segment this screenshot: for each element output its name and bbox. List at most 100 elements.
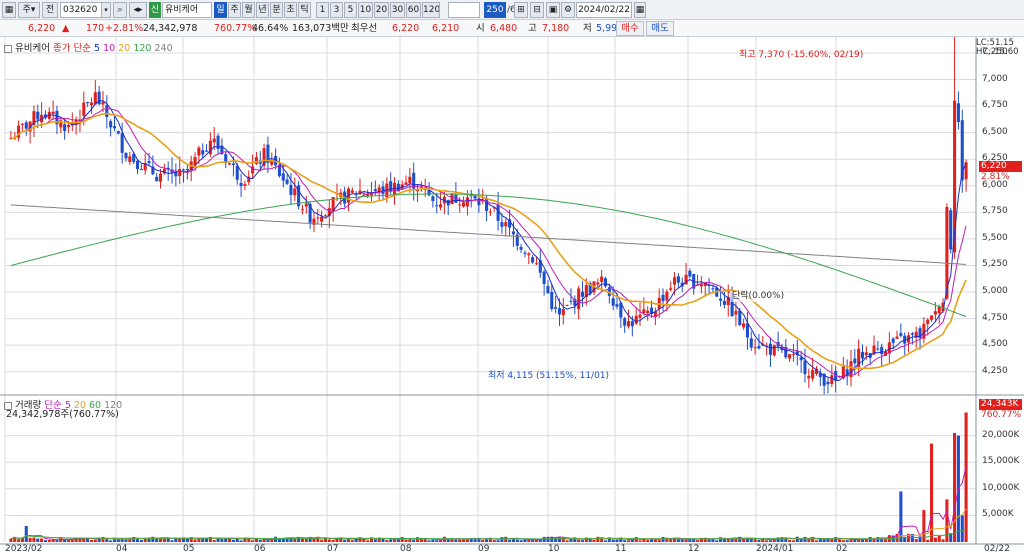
minute-button-60[interactable]: 60	[406, 2, 421, 18]
volume-bar	[481, 539, 485, 542]
volume-bar	[788, 540, 792, 542]
code-dropdown-icon[interactable]: ▾	[101, 2, 111, 18]
volume-bar	[914, 539, 918, 542]
volume-bar	[124, 539, 128, 542]
volume-bar	[28, 537, 32, 542]
candle-body	[603, 278, 608, 287]
minute-button-30[interactable]: 30	[390, 2, 405, 18]
candle-body	[864, 352, 868, 356]
candle-body	[722, 300, 726, 305]
chart-canvas[interactable]	[0, 37, 1024, 558]
candle-body	[147, 161, 151, 164]
legend-box-icon[interactable]	[4, 44, 12, 53]
volume-ratio: 760.77%	[214, 23, 257, 34]
candle-body	[82, 102, 86, 116]
candle-body	[228, 163, 232, 165]
volume-bar	[343, 539, 347, 542]
volume-bar	[427, 540, 431, 542]
candle-body	[880, 346, 884, 355]
volume-bar	[864, 539, 868, 542]
up-arrow-icon: ▲	[62, 23, 70, 34]
candle-body	[926, 319, 930, 324]
candle-body	[791, 354, 795, 356]
candle-body	[768, 343, 772, 355]
period-button-5[interactable]: 초	[284, 2, 297, 18]
legend-stock-name: 유비케어	[15, 43, 50, 54]
candle-body	[626, 321, 631, 327]
date-tick-label: 11	[615, 544, 627, 554]
volume-bar	[362, 538, 366, 542]
mode-a-select[interactable]: 주▾	[18, 2, 40, 18]
count-input[interactable]: 250	[484, 2, 506, 18]
volume-bar	[841, 540, 845, 542]
candle-body	[803, 360, 807, 375]
search-icon[interactable]: ⌕	[113, 2, 127, 18]
volume-bar	[373, 539, 377, 542]
layout-icon[interactable]: ▦	[2, 2, 16, 18]
volume-bar	[93, 539, 97, 542]
candle-body	[112, 126, 117, 129]
gear-icon[interactable]: ⚙	[561, 2, 575, 18]
volume-bar	[696, 540, 700, 542]
volume-bar	[170, 540, 174, 542]
minute-button-10[interactable]: 10	[358, 2, 373, 18]
period-button-6[interactable]: 틱	[298, 2, 311, 18]
candle-body	[811, 370, 815, 379]
volume-bar	[577, 539, 581, 542]
mode-b-select[interactable]: 전	[42, 2, 58, 18]
volume-bar	[519, 540, 523, 542]
volume-bar	[757, 539, 761, 542]
volume-bar	[458, 539, 462, 542]
period-button-1[interactable]: 주	[228, 2, 241, 18]
volume-bar	[139, 540, 143, 542]
prev-stock-icon[interactable]: ◂▸	[129, 2, 147, 18]
low-label: 저	[583, 23, 592, 34]
candle-body	[634, 315, 638, 324]
candle-body	[895, 336, 899, 339]
candle-body	[527, 253, 531, 256]
price-change: 170	[86, 23, 105, 34]
sell-button[interactable]: 매도	[646, 21, 674, 36]
volume-bar	[580, 540, 585, 542]
candle-body	[711, 288, 715, 290]
candle-body	[155, 176, 159, 182]
minute-button-3[interactable]: 3	[330, 2, 343, 18]
candle-body	[185, 168, 189, 171]
hc-label: HC:-15.60	[976, 47, 1019, 57]
volume-bar	[9, 538, 13, 542]
candle-body	[404, 182, 408, 185]
volume-bar	[960, 515, 964, 542]
candle-body	[688, 270, 692, 277]
candle-body	[105, 105, 109, 118]
candle-body	[24, 122, 28, 129]
volume-bar	[439, 540, 443, 542]
candle-body	[580, 291, 585, 297]
period-button-4[interactable]: 분	[270, 2, 283, 18]
candle-body	[235, 165, 239, 180]
period-button-0[interactable]: 일	[214, 2, 227, 18]
date-input[interactable]: 2024/02/22	[576, 2, 632, 18]
period-button-3[interactable]: 년	[256, 2, 269, 18]
volume-bar	[603, 540, 608, 542]
volume-text: 24,342,978주(760.77%)	[6, 409, 119, 420]
minute-button-120[interactable]: 120	[422, 2, 440, 18]
volume-bar	[926, 539, 930, 542]
minute-button-1[interactable]: 1	[316, 2, 329, 18]
compare-icon[interactable]: ⊟	[530, 2, 544, 18]
volume-bar	[964, 412, 968, 542]
price-change-pct: +2.81%	[105, 23, 144, 34]
save-icon[interactable]: ▣	[546, 2, 560, 18]
volume-bar	[818, 538, 822, 542]
minute-button-20[interactable]: 20	[374, 2, 389, 18]
calendar-icon[interactable]: ▦	[634, 2, 646, 18]
volume-bar	[66, 539, 70, 542]
candle-body	[320, 216, 324, 222]
volume-bar	[546, 536, 550, 542]
chart-type-icon[interactable]: ⊞	[514, 2, 528, 18]
minute-button-5[interactable]: 5	[344, 2, 357, 18]
date-tick-label: 02	[836, 544, 848, 554]
volume-bar	[657, 539, 661, 542]
minute-input[interactable]	[448, 2, 480, 18]
buy-button[interactable]: 매수	[616, 21, 644, 36]
period-button-2[interactable]: 월	[242, 2, 255, 18]
